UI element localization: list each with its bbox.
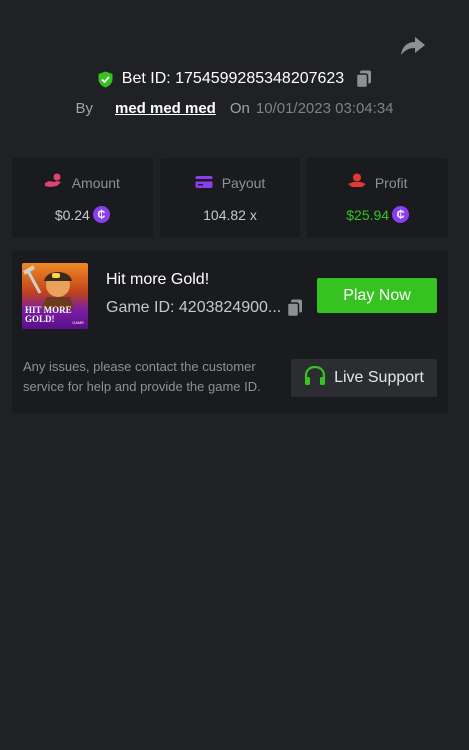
bet-detail-page: Bet ID: 1754599285348207623 By med med m… [0, 0, 469, 750]
amount-stat: Amount $0.24 ₵ [12, 158, 153, 238]
live-support-label: Live Support [334, 369, 424, 386]
card-icon [195, 174, 213, 193]
game-card: HIT MORE GOLD! GAME Hit more Gold! Game … [12, 251, 448, 413]
game-title: Hit more Gold! [106, 271, 210, 288]
profit-label: Profit [374, 174, 408, 191]
on-label: On [229, 99, 250, 117]
play-now-button[interactable]: Play Now [317, 278, 437, 313]
support-note: Any issues, please contact the customer … [23, 359, 261, 394]
copy-game-id-icon[interactable] [286, 299, 303, 318]
verified-shield-icon [97, 71, 114, 88]
game-id-text: Game ID: 4203824900... [106, 299, 282, 316]
headset-icon [304, 365, 326, 391]
username-link[interactable]: med med med [115, 100, 216, 117]
payout-stat: Payout 104.82 x [159, 158, 301, 238]
profit-stat: Profit $25.94 ₵ [307, 158, 449, 238]
coin-icon: ₵ [92, 206, 110, 223]
live-support-button[interactable]: Live Support [291, 359, 437, 397]
game-id-row: Game ID: 4203824900... [106, 299, 303, 318]
thumbnail-title: HIT MORE GOLD! [25, 305, 72, 324]
payout-label: Payout [221, 175, 266, 191]
coin-icon: ₵ [392, 206, 410, 223]
bet-author-row: By med med med On 10/01/2023 03:04:34 [0, 97, 469, 119]
thumbnail-badge: GAME [72, 320, 84, 325]
bet-id-text: Bet ID: 1754599285348207623 [121, 70, 345, 87]
bet-datetime: 10/01/2023 03:04:34 [255, 99, 394, 117]
payout-value: 104.82 x [203, 206, 257, 223]
by-label: By [75, 99, 93, 117]
amount-label: Amount [71, 174, 120, 191]
bet-stats: Amount $0.24 ₵ Payout 104.82 x Profit $2… [12, 158, 449, 238]
amount-value: $0.24 [54, 206, 90, 223]
hand-coins-icon [44, 173, 63, 192]
profit-value: $25.94 [346, 206, 390, 223]
bet-id-row: Bet ID: 1754599285348207623 [0, 68, 469, 90]
hand-money-icon [347, 173, 366, 192]
share-icon[interactable] [400, 34, 426, 58]
copy-bet-id-icon[interactable] [355, 70, 372, 89]
game-thumbnail[interactable]: HIT MORE GOLD! GAME [22, 263, 88, 329]
